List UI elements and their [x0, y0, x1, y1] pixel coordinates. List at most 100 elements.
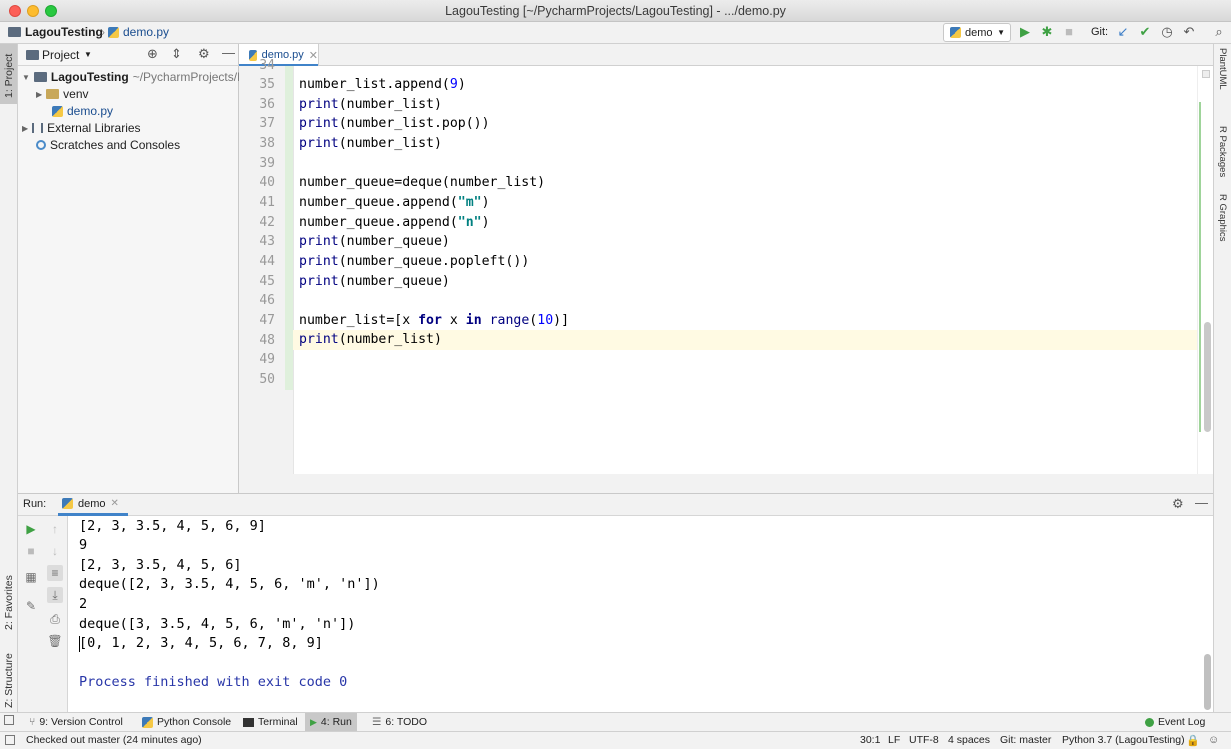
code-line: print(number_queue): [299, 234, 450, 249]
soft-wrap-icon[interactable]: ≡: [47, 565, 63, 581]
console-output[interactable]: [2, 3, 3.5, 4, 5, 6, 9] 9 [2, 3, 3.5, 4,…: [68, 516, 1213, 712]
editor-scrollbar[interactable]: [1197, 66, 1213, 474]
git-rollback-icon[interactable]: ↶: [1181, 24, 1197, 40]
code-line-text: number_list.append(9): [299, 77, 466, 92]
folder-icon: [46, 89, 60, 99]
code-line: print(number_queue.popleft()): [299, 254, 529, 269]
code-line: print(number_queue): [299, 274, 450, 289]
change-marker-column: [285, 66, 293, 390]
search-icon[interactable]: ⌕: [1211, 24, 1227, 40]
tool-window-bar: ⑂ 9: Version Control Python Console Term…: [0, 712, 1231, 731]
project-panel: Project ▼ ⊕ ⇕ ⚙ — ▼ LagouTesting ~/Pycha…: [18, 44, 244, 493]
lock-icon[interactable]: 🔒: [1186, 734, 1200, 747]
code-line-text: print(number_queue): [299, 234, 450, 249]
print-icon[interactable]: ⎙: [47, 611, 63, 627]
run-tab-demo[interactable]: demo ✕: [58, 494, 128, 516]
toggle-tool-windows-icon[interactable]: [4, 715, 14, 725]
run-panel-header: Run: demo ✕ ⚙ —: [18, 493, 1213, 516]
tree-item-venv[interactable]: ▶ venv: [36, 87, 89, 101]
tree-item-scratches[interactable]: Scratches and Consoles: [36, 138, 180, 152]
trash-icon[interactable]: 🗑: [47, 633, 63, 649]
project-panel-header: Project ▼ ⊕ ⇕ ⚙ —: [18, 44, 239, 66]
project-view-icon: [26, 50, 39, 60]
tree-item-demo-py[interactable]: demo.py: [52, 104, 113, 118]
project-view-select[interactable]: Project: [42, 48, 79, 62]
r-graphics-tool-tab[interactable]: R Graphics: [1214, 194, 1231, 250]
line-separator[interactable]: LF: [888, 734, 900, 746]
left-tool-stripe: 1: Project 2: Favorites Z: Structure: [0, 44, 18, 712]
tab-run[interactable]: ▶ 4: Run: [305, 713, 357, 731]
hide-icon[interactable]: —: [222, 45, 235, 60]
output-line: 2: [79, 596, 88, 612]
file-encoding[interactable]: UTF-8: [909, 734, 939, 746]
git-history-icon[interactable]: ◷: [1159, 24, 1175, 40]
status-toggle-icon[interactable]: [5, 735, 15, 745]
gear-icon[interactable]: ⚙: [1172, 496, 1184, 512]
tree-item-external-libraries[interactable]: ▶ External Libraries: [22, 121, 141, 135]
library-icon: [32, 123, 44, 133]
indent-setting[interactable]: 4 spaces: [948, 734, 990, 746]
code-line: print(number_list): [299, 97, 442, 112]
code-line-text: print(number_queue.popleft()): [299, 254, 530, 269]
hide-icon[interactable]: —: [1195, 495, 1208, 510]
r-packages-tool-tab[interactable]: R Packages: [1214, 126, 1231, 182]
breadcrumb-project[interactable]: LagouTesting: [8, 25, 103, 39]
code-line-text: print(number_list): [299, 97, 442, 112]
status-message[interactable]: Checked out master (24 minutes ago): [26, 734, 202, 746]
run-toolbar: ▶ ■ ▦ ✎: [18, 516, 44, 712]
tab-todo[interactable]: ☰ 6: TODO: [367, 713, 432, 731]
tab-python-console[interactable]: Python Console: [137, 713, 236, 731]
plantuml-tool-tab[interactable]: PlantUML: [1214, 48, 1231, 114]
structure-tool-tab[interactable]: Z: Structure: [0, 636, 17, 710]
favorites-tool-tab[interactable]: 2: Favorites: [0, 554, 17, 634]
locate-icon[interactable]: ⊕: [147, 46, 158, 62]
code-line-text: number_list=[x for x in range(10)]: [299, 313, 570, 328]
status-bar: Checked out master (24 minutes ago) 30:1…: [0, 731, 1231, 749]
python-console-icon: [142, 716, 153, 728]
rerun-icon[interactable]: ▶: [23, 521, 39, 537]
code-line: print(number_list): [299, 136, 442, 151]
gear-icon[interactable]: ⚙: [198, 46, 210, 62]
console-scrollbar-thumb[interactable]: [1204, 654, 1211, 710]
pin-icon[interactable]: ✎: [23, 598, 39, 614]
scrollbar-thumb[interactable]: [1204, 322, 1211, 432]
close-tab-icon[interactable]: ✕: [309, 49, 318, 62]
code-line: print(number_list): [299, 332, 442, 347]
stop-icon[interactable]: ■: [23, 543, 39, 559]
inspection-status-icon[interactable]: [1202, 70, 1210, 78]
git-update-icon[interactable]: ↙: [1115, 24, 1131, 40]
output-line: 9: [79, 537, 88, 553]
code-line-text: number_queue.append("n"): [299, 215, 490, 230]
tab-version-control[interactable]: ⑂ 9: Version Control: [24, 713, 128, 731]
code-line: number_list=[x for x in range(10)]: [299, 313, 569, 328]
debug-icon[interactable]: ✱: [1039, 24, 1055, 40]
down-arrow-icon[interactable]: ↓: [47, 543, 63, 559]
tab-event-log[interactable]: Event Log: [1140, 713, 1210, 731]
git-label: Git:: [1091, 26, 1109, 38]
collapse-all-icon[interactable]: ⇕: [171, 46, 182, 62]
git-branch[interactable]: Git: master: [1000, 734, 1051, 746]
python-interpreter[interactable]: Python 3.7 (LagouTesting): [1062, 734, 1185, 746]
code-line: number_queue=deque(number_list): [299, 175, 545, 190]
stop-icon[interactable]: ■: [1061, 24, 1077, 40]
close-tab-icon[interactable]: ✕: [111, 498, 119, 509]
inspector-icon[interactable]: ☺: [1208, 734, 1219, 746]
folder-icon: [8, 27, 21, 37]
breadcrumb-file[interactable]: demo.py: [108, 25, 169, 39]
exit-message: Process finished with exit code 0: [79, 674, 348, 690]
chevron-down-icon[interactable]: ▼: [84, 50, 92, 59]
project-tool-tab[interactable]: 1: Project: [0, 44, 17, 104]
run-icon[interactable]: ▶: [1017, 24, 1033, 40]
run-configuration-select[interactable]: demo ▼: [943, 23, 1011, 42]
event-log-icon: [1145, 717, 1154, 727]
git-commit-icon[interactable]: ✔: [1137, 24, 1153, 40]
caret-position[interactable]: 30:1: [860, 734, 880, 746]
tree-item-root[interactable]: ▼ LagouTesting ~/PycharmProjects/L: [22, 70, 244, 84]
chevron-right-icon: ▶: [36, 89, 43, 99]
tab-terminal[interactable]: Terminal: [238, 713, 303, 731]
scroll-to-end-icon[interactable]: ⤓: [47, 587, 63, 603]
layout-icon[interactable]: ▦: [23, 569, 39, 585]
python-file-icon: [62, 498, 73, 509]
code-line-text: number_queue=deque(number_list): [299, 175, 546, 190]
up-arrow-icon[interactable]: ↑: [47, 521, 63, 537]
